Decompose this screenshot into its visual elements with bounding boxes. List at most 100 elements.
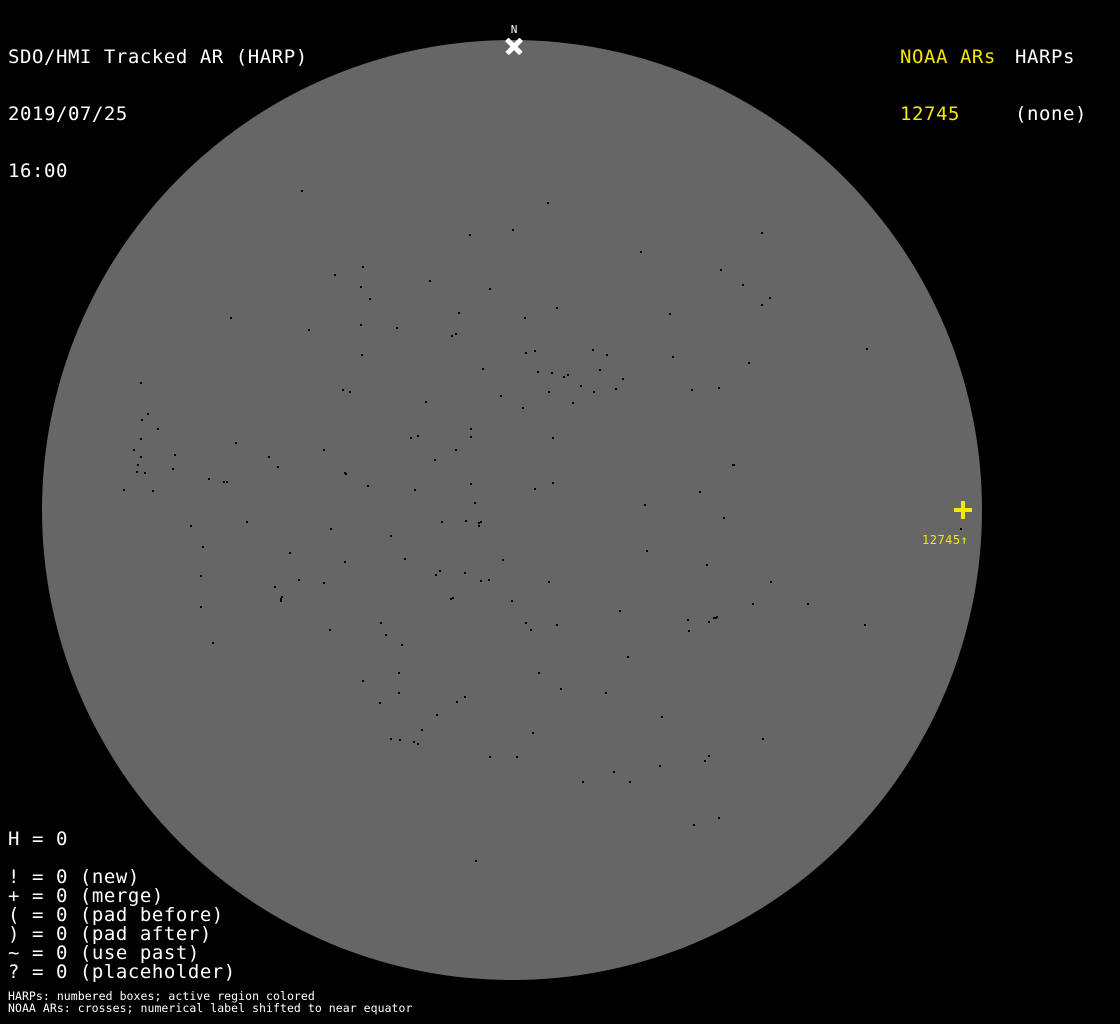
sunspot-speck [157, 428, 159, 430]
sunspot-speck [455, 333, 457, 335]
sunspot-speck [152, 490, 154, 492]
harp-stats-legend: H = 0 ! = 0 (new) + = 0 (merge)( = 0 (pad… [8, 830, 236, 982]
sunspot-speck [330, 528, 332, 530]
sunspot-speck [552, 482, 554, 484]
sunspot-speck [489, 288, 491, 290]
sunspot-speck [537, 371, 539, 373]
sunspot-speck [556, 307, 558, 309]
sunspot-speck [246, 521, 248, 523]
sunspot-speck [401, 644, 403, 646]
sunspot-speck [456, 701, 458, 703]
sunspot-speck [133, 449, 135, 451]
sunspot-speck [362, 680, 364, 682]
sunspot-speck [458, 312, 460, 314]
sunspot-speck [547, 202, 549, 204]
sunspot-speck [123, 489, 125, 491]
sunspot-speck [530, 629, 532, 631]
sunspot-speck [289, 552, 291, 554]
sunspot-speck [525, 352, 527, 354]
sunspot-speck [344, 561, 346, 563]
sunspot-speck [960, 528, 962, 530]
sunspot-speck [556, 624, 558, 626]
sunspot-speck [344, 472, 346, 474]
sunspot-speck [480, 580, 482, 582]
sunspot-speck [280, 600, 282, 602]
sunspot-speck [567, 374, 569, 376]
sunspot-speck [502, 559, 504, 561]
sunspot-speck [552, 437, 554, 439]
sunspot-speck [137, 464, 139, 466]
sunspot-speck [308, 329, 310, 331]
sunspot-speck [640, 251, 642, 253]
noaa-ars-value: 12745 [900, 103, 960, 125]
sunspot-speck [807, 603, 809, 605]
sunspot-speck [770, 581, 772, 583]
sunspot-speck [417, 435, 419, 437]
sunspot-speck [470, 483, 472, 485]
sunspot-speck [429, 280, 431, 282]
sunspot-speck [580, 385, 582, 387]
sunspot-speck [385, 634, 387, 636]
footer-caption: HARPs: numbered boxes; active region col… [8, 990, 412, 1014]
sunspot-speck [615, 388, 617, 390]
sunspot-speck [475, 860, 477, 862]
sunspot-speck [551, 372, 553, 374]
sunspot-speck [560, 688, 562, 690]
sunspot-speck [274, 586, 276, 588]
sunspot-speck [733, 464, 735, 466]
sunspot-speck [200, 606, 202, 608]
sunspot-speck [659, 765, 661, 767]
sunspot-speck [414, 489, 416, 491]
sunspot-speck [379, 702, 381, 704]
sunspot-speck [482, 368, 484, 370]
sunspot-speck [390, 535, 392, 537]
sunspot-speck [866, 348, 868, 350]
noaa-ars-heading: NOAA ARs [900, 46, 996, 68]
time-label: 16:00 [8, 160, 68, 182]
sunspot-speck [200, 575, 202, 577]
harps-column: HARPs (none) [1015, 10, 1087, 162]
sunspot-speck [593, 391, 595, 393]
sunspot-speck [716, 616, 718, 618]
sunspot-speck [708, 755, 710, 757]
noaa-ars-column: NOAA ARs 12745 [900, 10, 996, 162]
sunspot-speck [451, 335, 453, 337]
sunspot-speck [342, 389, 344, 391]
sunspot-speck [699, 491, 701, 493]
sunspot-speck [525, 622, 527, 624]
sunspot-speck [421, 729, 423, 731]
sunspot-speck [534, 350, 536, 352]
sunspot-speck [723, 517, 725, 519]
sunspot-speck [752, 603, 754, 605]
sunspot-speck [511, 600, 513, 602]
sunspot-speck [687, 619, 689, 621]
sunspot-speck [538, 672, 540, 674]
sunspot-speck [323, 582, 325, 584]
sunspot-speck [226, 481, 228, 483]
sunspot-speck [599, 369, 601, 371]
sunspot-speck [349, 391, 351, 393]
sunspot-speck [742, 284, 744, 286]
cross-stroke [961, 501, 965, 519]
sunspot-speck [464, 572, 466, 574]
sunspot-speck [281, 596, 283, 598]
sunspot-speck [761, 304, 763, 306]
sunspot-speck [572, 402, 574, 404]
sunspot-speck [268, 456, 270, 458]
sunspot-speck [235, 442, 237, 444]
sunspot-speck [470, 428, 472, 430]
sunspot-speck [693, 824, 695, 826]
sunspot-speck [208, 478, 210, 480]
sunspot-speck [435, 574, 437, 576]
sunspot-speck [329, 629, 331, 631]
sunspot-speck [172, 468, 174, 470]
sunspot-speck [522, 407, 524, 409]
sunspot-speck [140, 456, 142, 458]
sunspot-speck [661, 716, 663, 718]
sunspot-speck [669, 313, 671, 315]
sunspot-speck [720, 269, 722, 271]
sunspot-speck [455, 449, 457, 451]
harps-heading: HARPs [1015, 46, 1075, 68]
text-line: NOAA ARs: crosses; numerical label shift… [8, 1001, 413, 1015]
sunspot-speck [769, 297, 771, 299]
